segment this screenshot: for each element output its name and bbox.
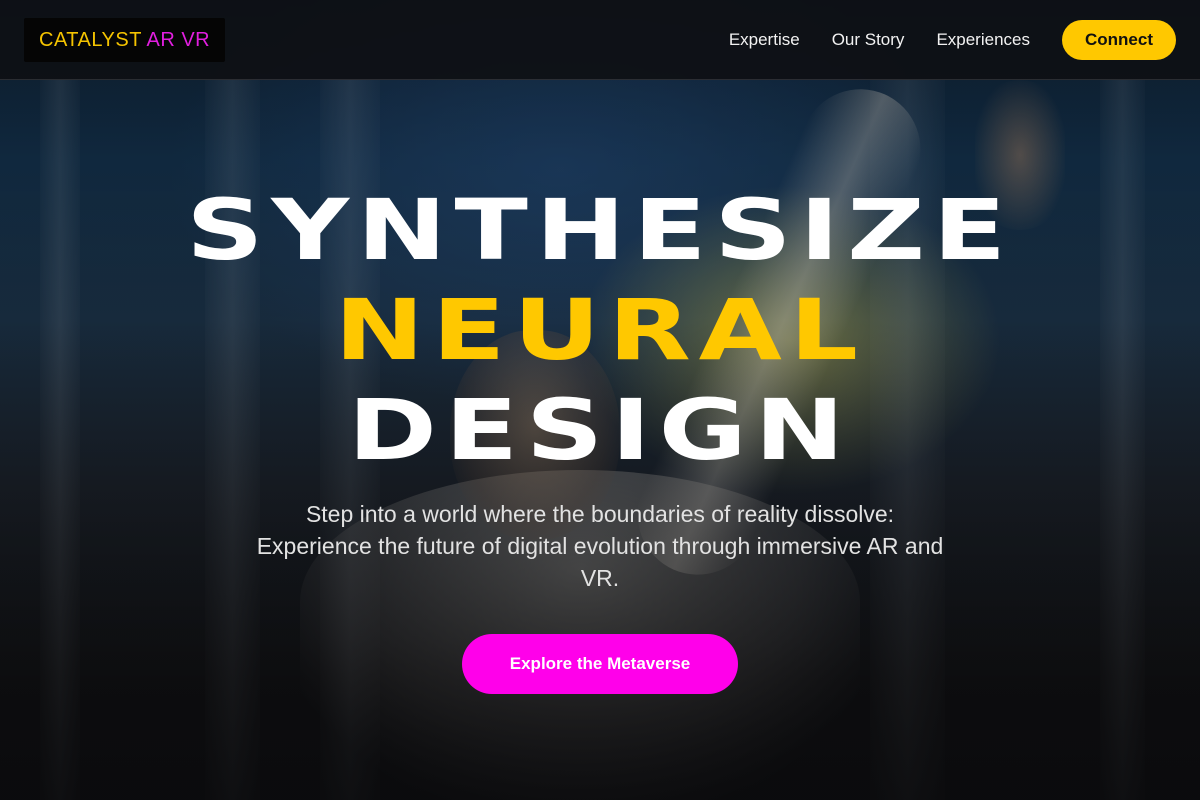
explore-metaverse-button[interactable]: Explore the Metaverse — [462, 634, 738, 694]
nav-link-expertise[interactable]: Expertise — [729, 30, 800, 50]
logo-text-catalyst: CATALYST — [39, 28, 142, 51]
connect-button[interactable]: Connect — [1062, 20, 1176, 60]
site-header: CATALYST AR VR Expertise Our Story Exper… — [0, 0, 1200, 80]
nav-link-our-story[interactable]: Our Story — [832, 30, 905, 50]
main-nav: Expertise Our Story Experiences — [729, 0, 1030, 80]
hero-subtitle: Step into a world where the boundaries o… — [256, 501, 944, 591]
hero-headline: SYNTHESIZE NEURAL DESIGN — [0, 180, 1200, 480]
nav-link-experiences[interactable]: Experiences — [936, 30, 1030, 50]
headline-line-2: NEURAL — [334, 281, 866, 379]
headline-line-3: DESIGN — [347, 381, 853, 479]
landing-page: CATALYST AR VR Expertise Our Story Exper… — [0, 0, 1200, 800]
hero-section: SYNTHESIZE NEURAL DESIGN Step into a wor… — [0, 80, 1200, 800]
headline-line-1: SYNTHESIZE — [186, 181, 1014, 279]
brand-logo[interactable]: CATALYST AR VR — [24, 18, 226, 62]
logo-text-arvr: AR VR — [146, 28, 211, 51]
